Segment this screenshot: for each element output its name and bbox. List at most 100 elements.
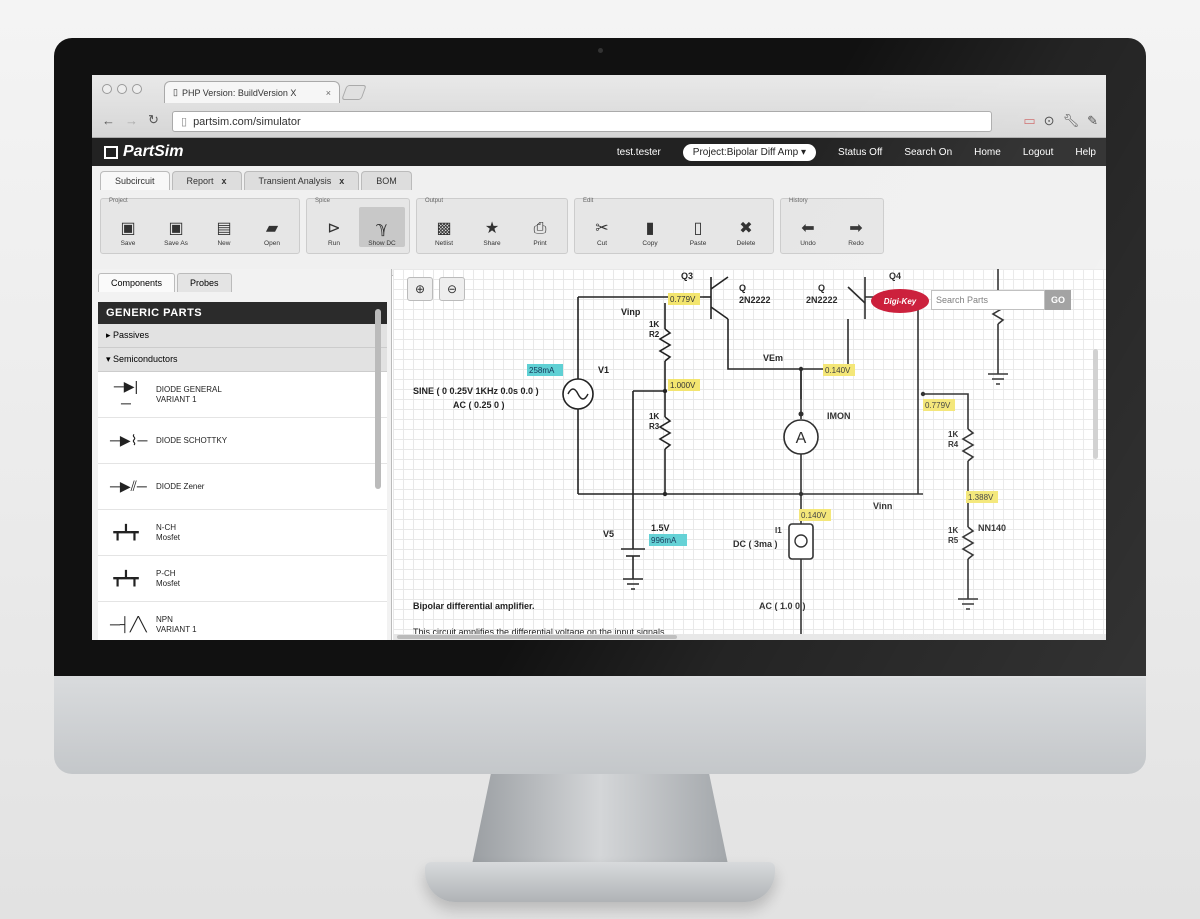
nav-search[interactable]: Search On bbox=[904, 147, 952, 158]
part-sub: Mosfet bbox=[156, 578, 181, 588]
schematic-canvas[interactable]: ⊕ ⊖ A 0.779V 1.000V 0.140V 0.779V 1.388V… bbox=[393, 269, 1106, 640]
tab-label: Subcircuit bbox=[115, 176, 155, 186]
tab-close-icon[interactable]: x bbox=[339, 176, 344, 186]
star-icon: ★ bbox=[484, 220, 500, 237]
reload-icon[interactable]: ↻ bbox=[148, 112, 159, 128]
label-v5: V5 bbox=[603, 529, 614, 539]
circuit-diagram: A 0.779V 1.000V 0.140V 0.779V 1.388V 0.1… bbox=[413, 269, 1008, 640]
digikey-logo[interactable]: Digi-Key bbox=[871, 289, 929, 313]
netlist-icon: ▩ bbox=[436, 220, 452, 237]
canvas-vertical-scrollbar[interactable] bbox=[1093, 349, 1098, 459]
new-button[interactable]: ▤ New bbox=[201, 207, 247, 247]
monitor-stand-base bbox=[425, 862, 775, 902]
part-name: DIODE GENERAL bbox=[156, 384, 222, 394]
category-semiconductors[interactable]: ▾ Semiconductors bbox=[98, 348, 387, 372]
url-text: partsim.com/simulator bbox=[193, 115, 301, 128]
label-i1-ac: AC ( 1.0 0 ) bbox=[759, 601, 806, 611]
part-diode-schottky[interactable]: ─▶⌇─ DIODE SCHOTTKY bbox=[98, 418, 387, 464]
category-passives[interactable]: ▸ Passives bbox=[98, 324, 387, 348]
project-dropdown[interactable]: Project:Bipolar Diff Amp ▾ bbox=[682, 143, 817, 161]
nav-help[interactable]: Help bbox=[1075, 147, 1096, 158]
settings-icon[interactable]: ⊙ bbox=[1044, 113, 1055, 129]
label-v1: V1 bbox=[598, 365, 609, 375]
button-label: Delete bbox=[736, 240, 756, 247]
tab-label: Report bbox=[186, 176, 214, 186]
netlist-button[interactable]: ▩ Netlist bbox=[421, 207, 467, 247]
button-label: Open bbox=[264, 240, 280, 247]
label-r3-name: R3 bbox=[649, 422, 660, 431]
redo-arrow-icon: ➡ bbox=[849, 220, 863, 237]
tab-subcircuit[interactable]: Subcircuit bbox=[100, 171, 170, 190]
label-q4: Q4 bbox=[889, 271, 901, 281]
bookmark-icon[interactable]: ▭ bbox=[1023, 113, 1035, 129]
toolbar-group-project: Project ▣ Save ▣ Save As ▤ New ▰ Open bbox=[100, 198, 300, 254]
nav-status[interactable]: Status Off bbox=[838, 147, 882, 158]
label-vinn: Vinn bbox=[873, 501, 892, 511]
button-label: New bbox=[217, 240, 231, 247]
scroll-thumb[interactable] bbox=[397, 635, 677, 639]
paste-icon: ▯ bbox=[693, 220, 703, 237]
top-nav: test.tester Project:Bipolar Diff Amp ▾ S… bbox=[617, 138, 1096, 166]
part-npn[interactable]: ─┤╱╲ NPN VARIANT 1 bbox=[98, 602, 387, 640]
save-as-button[interactable]: ▣ Save As bbox=[153, 207, 199, 247]
toolbar-group-edit: Edit ✂ Cut ▮ Copy ▯ Paste ✖ Delete bbox=[574, 198, 774, 254]
minimize-window-button[interactable] bbox=[117, 84, 127, 94]
new-tab-button[interactable] bbox=[341, 85, 367, 100]
part-p-ch-mosfet[interactable]: ┳┻┳ P-CH Mosfet bbox=[98, 556, 387, 602]
tools-icon[interactable]: ✎ bbox=[1087, 113, 1098, 129]
part-label: N-CH Mosfet bbox=[156, 523, 180, 543]
part-n-ch-mosfet[interactable]: ┳┻┳ N-CH Mosfet bbox=[98, 510, 387, 556]
toolbar-group-spice: Spice ⊳ Run ℽ Show DC bbox=[306, 198, 410, 254]
copy-icon: ▮ bbox=[645, 220, 655, 237]
part-search: GO bbox=[931, 290, 1105, 310]
run-button[interactable]: ⊳ Run bbox=[311, 207, 357, 247]
tab-close-icon[interactable]: × bbox=[326, 88, 331, 98]
close-window-button[interactable] bbox=[102, 84, 112, 94]
probe-current-label: 258mA bbox=[529, 366, 555, 375]
print-button[interactable]: ⎙ Print bbox=[517, 207, 563, 247]
toolbar: Project ▣ Save ▣ Save As ▤ New ▰ Open Spice … bbox=[100, 198, 884, 254]
address-bar[interactable]: ▯ partsim.com/simulator bbox=[172, 111, 992, 132]
back-arrow-icon[interactable]: ← bbox=[102, 113, 115, 128]
browser-tab[interactable]: ▯ PHP Version: BuildVersion X × bbox=[164, 81, 340, 103]
undo-button[interactable]: ⬅ Undo bbox=[785, 207, 831, 247]
button-label: Paste bbox=[689, 240, 707, 247]
tab-report[interactable]: Report x bbox=[171, 171, 242, 190]
forward-arrow-icon[interactable]: → bbox=[125, 113, 138, 128]
probe-voltage-label: 1.000V bbox=[670, 381, 696, 390]
share-button[interactable]: ★ Share bbox=[469, 207, 515, 247]
search-go-button[interactable]: GO bbox=[1045, 290, 1071, 310]
nav-logout[interactable]: Logout bbox=[1023, 147, 1054, 158]
npn-transistor-icon: ─┤╱╲ bbox=[110, 616, 147, 632]
label-r2: 1K bbox=[649, 320, 659, 329]
cut-button[interactable]: ✂ Cut bbox=[579, 207, 625, 247]
wrench-icon[interactable]: 🔧︎ bbox=[1063, 113, 1080, 129]
tab-bom[interactable]: BOM bbox=[361, 171, 412, 190]
paste-button[interactable]: ▯ Paste bbox=[675, 207, 721, 247]
tab-transient-analysis[interactable]: Transient Analysis x bbox=[243, 171, 360, 190]
sidebar-scrollbar[interactable] bbox=[375, 309, 381, 489]
redo-button[interactable]: ➡ Redo bbox=[833, 207, 879, 247]
document-tabs: Subcircuit Report x Transient Analysis x B… bbox=[100, 171, 412, 190]
show-dc-button[interactable]: ℽ Show DC bbox=[359, 207, 405, 247]
save-button[interactable]: ▣ Save bbox=[105, 207, 151, 247]
canvas-horizontal-scrollbar[interactable] bbox=[393, 634, 1106, 640]
delete-button[interactable]: ✖ Delete bbox=[723, 207, 769, 247]
copy-button[interactable]: ▮ Copy bbox=[627, 207, 673, 247]
part-diode-zener[interactable]: ─▶⫽─ DIODE Zener bbox=[98, 464, 387, 510]
label-q3: Q3 bbox=[681, 271, 693, 281]
part-diode-general[interactable]: ─▶|─ DIODE GENERAL VARIANT 1 bbox=[98, 372, 387, 418]
tab-components[interactable]: Components bbox=[98, 273, 176, 292]
tab-close-icon[interactable]: x bbox=[222, 176, 227, 186]
zoom-window-button[interactable] bbox=[132, 84, 142, 94]
nav-home[interactable]: Home bbox=[974, 147, 1001, 158]
partsim-logo[interactable]: PartSim bbox=[104, 143, 183, 161]
label-v1-ac: AC ( 0.25 0 ) bbox=[453, 400, 505, 410]
label-r5-name: R5 bbox=[948, 536, 959, 545]
tab-probes[interactable]: Probes bbox=[177, 273, 232, 292]
circuit-description: Bipolar differential amplifier. bbox=[413, 601, 535, 611]
component-labels: Q3 Q 2N2222 Q4 Q 2N2222 Vinp 1K R2 1K R3… bbox=[413, 271, 1006, 637]
open-button[interactable]: ▰ Open bbox=[249, 207, 295, 247]
ground-icon bbox=[623, 578, 643, 590]
search-parts-input[interactable] bbox=[931, 290, 1045, 310]
